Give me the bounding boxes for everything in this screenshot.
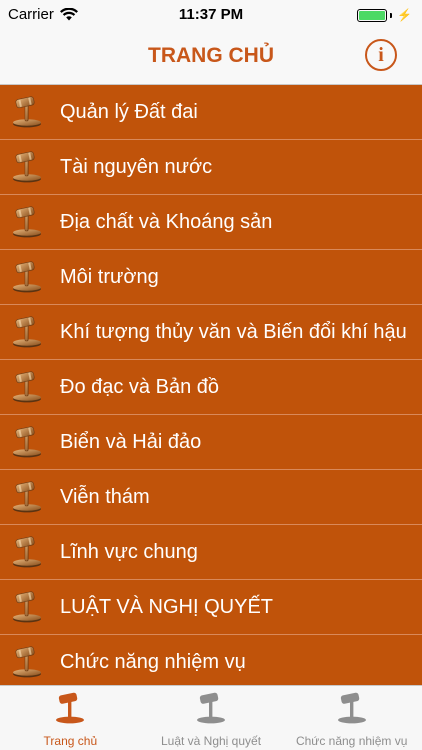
list-item[interactable]: Chức năng nhiệm vụ (0, 635, 422, 685)
gavel-icon (10, 95, 44, 129)
gavel-icon (335, 691, 369, 725)
list-item[interactable]: Viễn thám (0, 470, 422, 525)
gavel-icon (10, 315, 44, 349)
list-item[interactable]: Biển và Hải đảo (0, 415, 422, 470)
battery-body (357, 8, 388, 22)
list-item[interactable]: Khí tượng thủy văn và Biến đổi khí hậu (0, 305, 422, 360)
gavel-icon (10, 370, 44, 404)
navigation-bar: TRANG CHỦ i (0, 30, 422, 85)
tab-bar: Trang chủ Luật và Nghị quyết Chức năng nhi… (0, 685, 422, 750)
info-icon: i (378, 44, 384, 66)
gavel-icon (53, 691, 87, 725)
gavel-icon (10, 590, 44, 624)
status-bar: Carrier 11:37 PM ⚡ (0, 0, 422, 30)
list-item-label: Lĩnh vực chung (60, 541, 198, 563)
list-item[interactable]: LUẬT VÀ NGHỊ QUYẾT (0, 580, 422, 635)
gavel-icon (10, 645, 44, 679)
gavel-icon (10, 480, 44, 514)
list-item-label: Địa chất và Khoáng sản (60, 211, 273, 233)
battery-fill (359, 10, 386, 20)
list-item[interactable]: Tài nguyên nước (0, 140, 422, 195)
gavel-icon (10, 150, 44, 184)
gavel-icon (10, 205, 44, 239)
charging-bolt-icon: ⚡ (397, 8, 412, 22)
list-item[interactable]: Môi trường (0, 250, 422, 305)
list-item[interactable]: Đo đạc và Bản đồ (0, 360, 422, 415)
page-title: TRANG CHỦ (148, 44, 274, 67)
battery-tip (390, 12, 393, 18)
list-item-label: Quản lý Đất đai (60, 101, 198, 123)
tab-label: Chức năng nhiệm vụ (295, 734, 408, 748)
gavel-icon (10, 535, 44, 569)
list-item[interactable]: Lĩnh vực chung (0, 525, 422, 580)
list-item-label: Chức năng nhiệm vụ (60, 651, 246, 673)
info-button[interactable]: i (365, 39, 397, 71)
tab-functions-duties[interactable]: Chức năng nhiệm vụ (281, 686, 422, 750)
list-item[interactable]: Địa chất và Khoáng sản (0, 195, 422, 250)
list-item-label: Đo đạc và Bản đồ (60, 376, 219, 398)
gavel-icon (10, 425, 44, 459)
tab-home[interactable]: Trang chủ (0, 686, 141, 750)
list-item-label: Tài nguyên nước (60, 156, 213, 178)
gavel-icon (10, 260, 44, 294)
tab-laws-resolutions[interactable]: Luật và Nghị quyết (141, 686, 282, 750)
list-item[interactable]: Quản lý Đất đai (0, 85, 422, 140)
app-screen: Carrier 11:37 PM ⚡ TRANG CHỦ i Quản lý Đ… (0, 0, 422, 750)
list-item-label: Viễn thám (60, 486, 150, 508)
list-item-label: Khí tượng thủy văn và Biến đổi khí hậu (60, 321, 407, 343)
list-item-label: Biển và Hải đảo (60, 431, 202, 453)
category-list[interactable]: Quản lý Đất đai Tài nguyên nước Địa chất v… (0, 85, 422, 685)
battery-icon: ⚡ (357, 8, 412, 22)
tab-label: Luật và Nghị quyết (160, 734, 262, 748)
gavel-icon (194, 691, 228, 725)
list-item-label: LUẬT VÀ NGHỊ QUYẾT (60, 596, 274, 618)
list-item-label: Môi trường (60, 266, 159, 288)
tab-label: Trang chủ (43, 734, 98, 748)
